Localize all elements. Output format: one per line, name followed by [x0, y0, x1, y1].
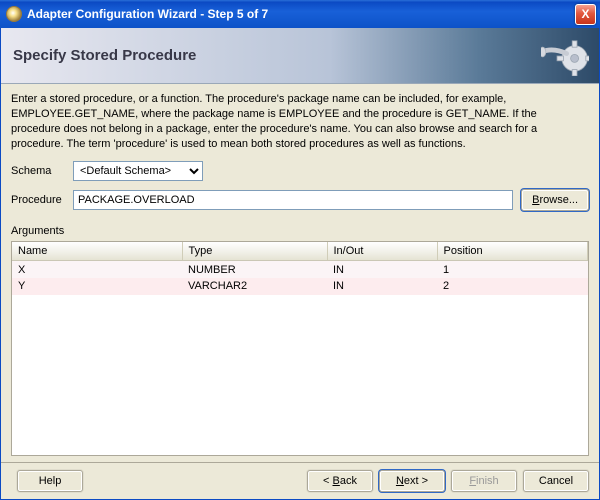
description-text: Enter a stored procedure, or a function.…	[11, 92, 589, 151]
wizard-header: Specify Stored Procedure	[1, 28, 599, 84]
cell-position: 1	[437, 261, 588, 278]
cell-inout: IN	[327, 278, 437, 295]
help-button[interactable]: Help	[17, 470, 83, 492]
cancel-button[interactable]: Cancel	[523, 470, 589, 492]
column-header-type[interactable]: Type	[182, 242, 327, 261]
procedure-label: Procedure	[11, 194, 65, 206]
procedure-row: Procedure Browse...	[11, 189, 589, 211]
arguments-label: Arguments	[11, 225, 589, 237]
procedure-input[interactable]	[73, 190, 513, 210]
column-header-inout[interactable]: In/Out	[327, 242, 437, 261]
button-bar: Help < Back Next > Finish Cancel	[1, 462, 599, 499]
cell-type: NUMBER	[182, 261, 327, 278]
arguments-table: Name Type In/Out Position X NUMBER IN 1 …	[11, 241, 589, 456]
schema-select[interactable]: <Default Schema>	[73, 161, 203, 181]
cell-position: 2	[437, 278, 588, 295]
content-area: Enter a stored procedure, or a function.…	[1, 84, 599, 462]
back-button-label: < Back	[323, 475, 357, 487]
back-button[interactable]: < Back	[307, 470, 373, 492]
column-header-position[interactable]: Position	[437, 242, 588, 261]
titlebar[interactable]: Adapter Configuration Wizard - Step 5 of…	[0, 0, 600, 28]
window-body: Specify Stored Procedure Enter a stored …	[0, 28, 600, 500]
page-title: Specify Stored Procedure	[13, 47, 196, 64]
cell-name: X	[12, 261, 182, 278]
finish-button-label: Finish	[469, 475, 498, 487]
next-button-label: Next >	[396, 475, 428, 487]
close-icon: X	[581, 7, 589, 21]
next-button[interactable]: Next >	[379, 470, 445, 492]
table-row[interactable]: Y VARCHAR2 IN 2	[12, 278, 588, 295]
app-icon	[6, 6, 22, 22]
gear-icon	[541, 36, 589, 76]
close-button[interactable]: X	[575, 4, 596, 25]
window-title: Adapter Configuration Wizard - Step 5 of…	[27, 7, 575, 21]
table-header-row: Name Type In/Out Position	[12, 242, 588, 261]
cell-type: VARCHAR2	[182, 278, 327, 295]
schema-label: Schema	[11, 165, 65, 177]
cell-inout: IN	[327, 261, 437, 278]
schema-row: Schema <Default Schema>	[11, 161, 589, 181]
cell-name: Y	[12, 278, 182, 295]
column-header-name[interactable]: Name	[12, 242, 182, 261]
table-row[interactable]: X NUMBER IN 1	[12, 261, 588, 278]
finish-button: Finish	[451, 470, 517, 492]
browse-button-label: Browse...	[532, 194, 578, 206]
browse-button[interactable]: Browse...	[521, 189, 589, 211]
